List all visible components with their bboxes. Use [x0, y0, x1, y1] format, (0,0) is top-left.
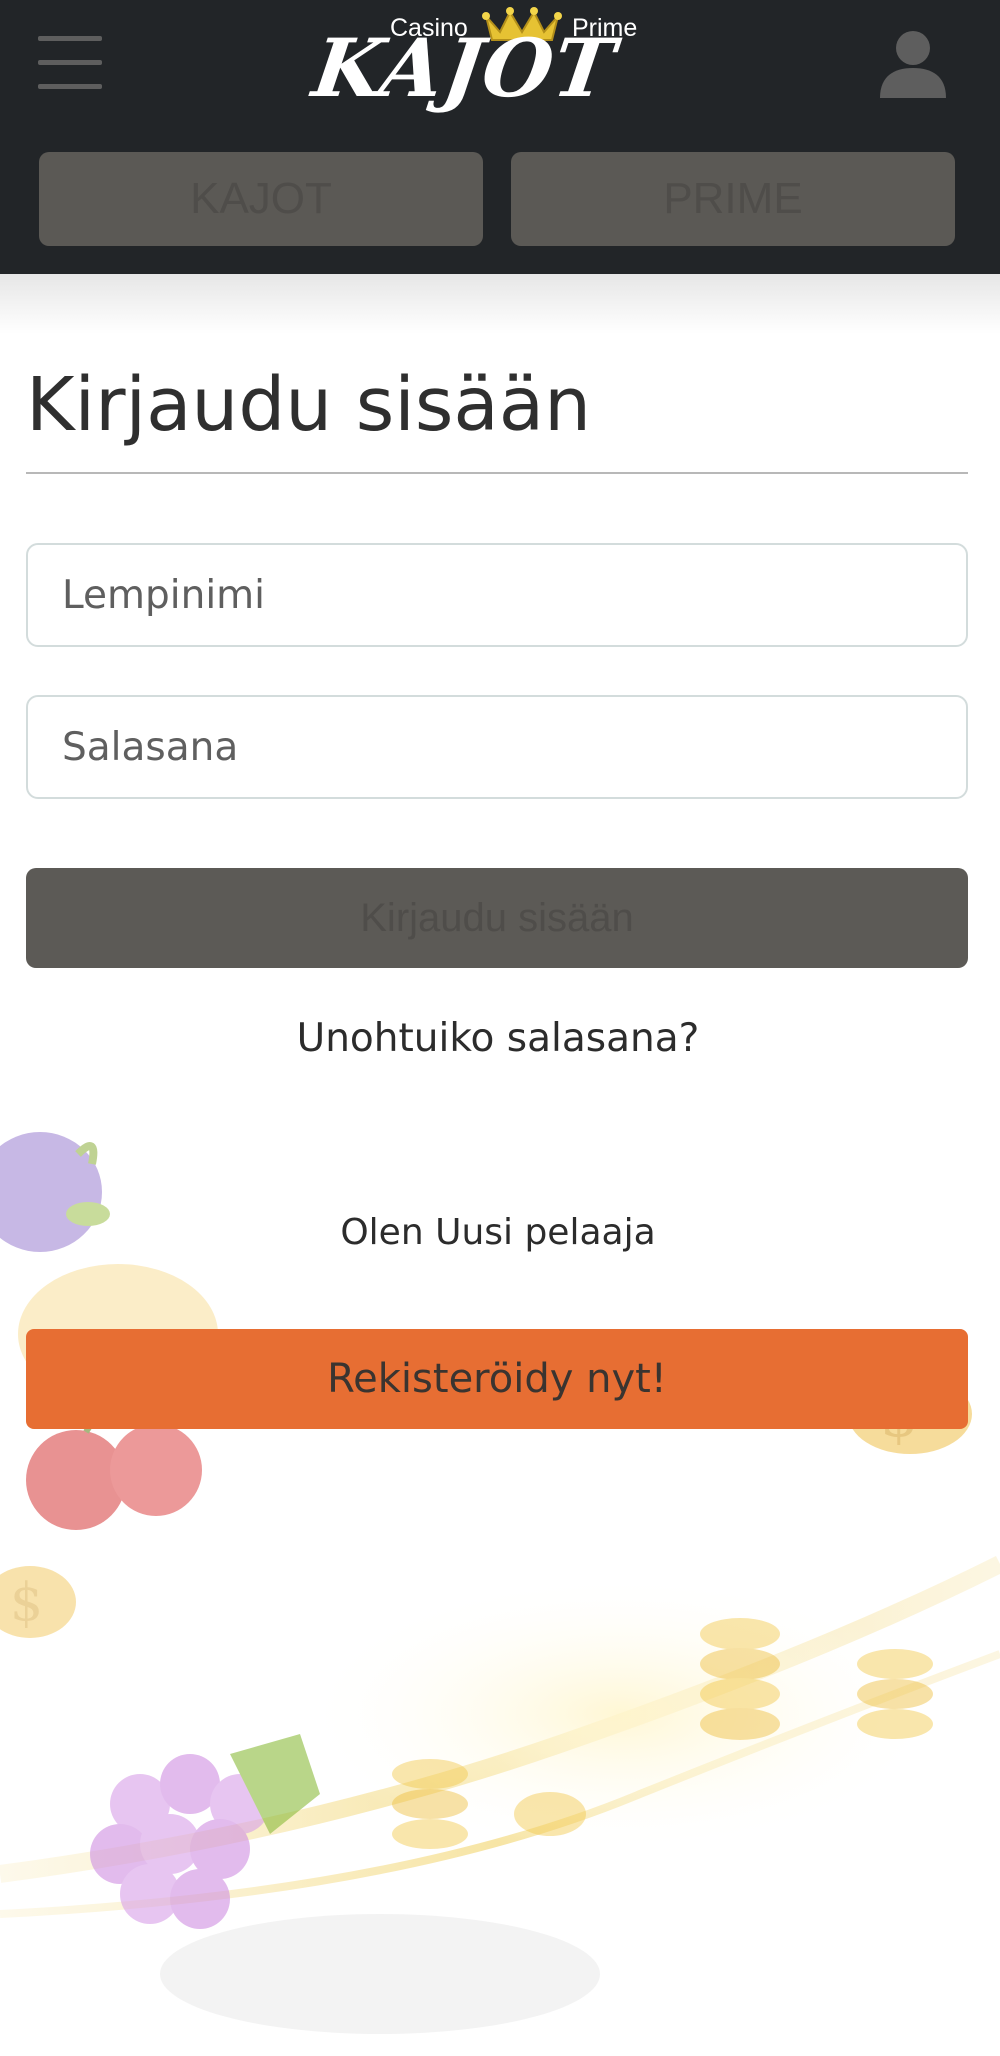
nickname-input[interactable] [26, 543, 968, 647]
dollar-coin-icon: $ [0, 1566, 76, 1638]
page-title: Kirjaudu sisään [26, 362, 591, 448]
new-player-text: Olen Uusi pelaaja [340, 1212, 656, 1253]
logo-kajot-text: KAJOT [307, 21, 622, 115]
site-header: Casino Prime KAJOT KAJOT PRIME [0, 0, 1000, 274]
svg-text:$: $ [10, 1573, 43, 1633]
register-button[interactable]: Rekisteröidy nyt! [26, 1329, 968, 1429]
coin-stack-icon [392, 1618, 933, 1849]
title-divider [26, 472, 968, 474]
kajot-switch-button[interactable]: KAJOT [39, 152, 483, 246]
menu-bar [38, 84, 102, 89]
password-input[interactable] [26, 695, 968, 799]
forgot-password-link[interactable]: Unohtuiko salasana? [0, 1016, 996, 1061]
prime-switch-button[interactable]: PRIME [511, 152, 955, 246]
kajot-logo[interactable]: Casino Prime KAJOT [307, 0, 690, 115]
grapes-icon [90, 1734, 320, 1929]
header-shadow [0, 274, 1000, 334]
slot-fruit-background: $ $ [0, 1132, 1000, 2034]
login-button[interactable]: Kirjaudu sisään [26, 868, 968, 968]
hamburger-menu-icon[interactable] [38, 36, 102, 90]
menu-bar [38, 60, 102, 65]
menu-bar [38, 36, 102, 41]
user-icon[interactable] [876, 26, 950, 98]
